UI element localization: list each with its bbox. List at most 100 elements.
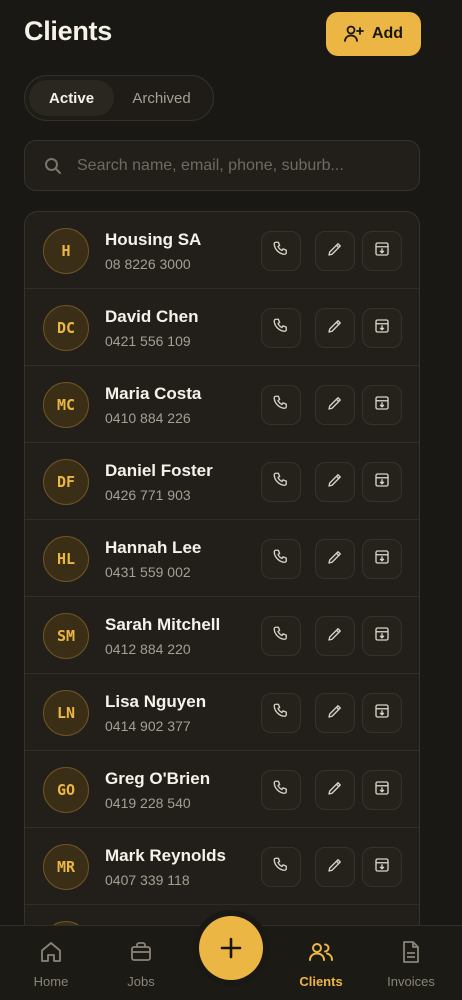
archive-box-icon [373,625,391,648]
pencil-icon [326,779,344,802]
archive-box-icon [373,779,391,802]
client-row[interactable]: LN Lisa Nguyen 0414 902 377 [25,674,419,751]
call-button[interactable] [261,847,301,887]
archive-button[interactable] [362,693,402,733]
client-phone: 0421 556 109 [105,333,191,349]
add-button-label: Add [371,25,404,42]
tab-archived[interactable]: Archived [114,80,209,116]
call-button[interactable] [261,308,301,348]
client-name: Lisa Nguyen [105,692,207,711]
phone-icon [272,779,290,802]
client-row[interactable]: MC Maria Costa 0410 884 226 [25,366,419,443]
client-name: Sarah Mitchell [105,615,221,634]
pencil-icon [326,625,344,648]
archive-box-icon [373,856,391,879]
archive-button[interactable] [362,308,402,348]
edit-button[interactable] [315,308,355,348]
avatar: HL [43,536,89,582]
client-name: Greg O'Brien [105,769,211,788]
pencil-icon [326,394,344,417]
nav-home-label: Home [33,974,69,989]
page-title: Clients [24,16,112,46]
call-button[interactable] [261,770,301,810]
edit-button[interactable] [315,693,355,733]
nav-invoices[interactable]: Invoices [366,926,456,1000]
client-row[interactable]: DF Daniel Foster 0426 771 903 [25,443,419,520]
client-row[interactable]: GO Greg O'Brien 0419 228 540 [25,751,419,828]
client-phone: 08 8226 3000 [105,256,191,272]
archive-button[interactable] [362,385,402,425]
client-name: Daniel Foster [105,461,213,480]
edit-button[interactable] [315,847,355,887]
edit-button[interactable] [315,385,355,425]
client-row[interactable]: DC David Chen 0421 556 109 [25,289,419,366]
archive-button[interactable] [362,462,402,502]
create-fab-button[interactable] [199,916,263,980]
phone-icon [272,548,290,571]
users-icon [309,943,333,961]
avatar: LN [43,690,89,736]
archive-box-icon [373,548,391,571]
client-row[interactable]: SM Sarah Mitchell 0412 884 220 [25,597,419,674]
pencil-icon [326,240,344,263]
archive-box-icon [373,702,391,725]
client-row[interactable]: H Housing SA 08 8226 3000 [25,212,419,289]
edit-button[interactable] [315,616,355,656]
plus-icon [220,937,242,959]
client-name: Hannah Lee [105,538,202,557]
avatar: MC [43,382,89,428]
nav-clients[interactable]: Clients [276,926,366,1000]
avatar: DF [43,459,89,505]
add-client-button[interactable]: Add [326,12,421,56]
archive-button[interactable] [362,231,402,271]
avatar: MR [43,844,89,890]
call-button[interactable] [261,385,301,425]
phone-icon [272,240,290,263]
call-button[interactable] [261,462,301,502]
client-row[interactable]: MR Mark Reynolds 0407 339 118 [25,828,419,905]
avatar: SM [43,613,89,659]
archive-box-icon [373,317,391,340]
pencil-icon [326,702,344,725]
home-icon [41,942,61,962]
archive-button[interactable] [362,770,402,810]
archive-button[interactable] [362,847,402,887]
archive-button[interactable] [362,616,402,656]
client-name: Maria Costa [105,384,202,403]
pencil-icon [326,317,344,340]
search-input[interactable] [77,156,397,175]
tab-active[interactable]: Active [29,80,115,116]
nav-clients-label: Clients [299,974,343,989]
call-button[interactable] [261,231,301,271]
client-phone: 0407 339 118 [105,872,190,888]
edit-button[interactable] [315,462,355,502]
search-bar [24,140,420,191]
archive-box-icon [373,240,391,263]
edit-button[interactable] [315,770,355,810]
nav-home[interactable]: Home [6,926,96,1000]
call-button[interactable] [261,539,301,579]
header: Clients Add [0,0,462,70]
client-name: Mark Reynolds [105,846,226,865]
client-name: Housing SA [105,230,202,249]
edit-button[interactable] [315,231,355,271]
pencil-icon [326,471,344,494]
nav-jobs-label: Jobs [127,974,155,989]
call-button[interactable] [261,616,301,656]
briefcase-icon [131,942,151,961]
archive-box-icon [373,394,391,417]
edit-button[interactable] [315,539,355,579]
phone-icon [272,702,290,725]
client-phone: 0419 228 540 [105,795,191,811]
client-phone: 0414 902 377 [105,718,191,734]
search-icon [45,157,61,174]
nav-jobs[interactable]: Jobs [96,926,186,1000]
phone-icon [272,471,290,494]
phone-icon [272,394,290,417]
avatar: H [43,228,89,274]
client-phone: 0412 884 220 [105,641,191,657]
call-button[interactable] [261,693,301,733]
document-icon [403,941,419,963]
client-row[interactable]: HL Hannah Lee 0431 559 002 [25,520,419,597]
archive-button[interactable] [362,539,402,579]
